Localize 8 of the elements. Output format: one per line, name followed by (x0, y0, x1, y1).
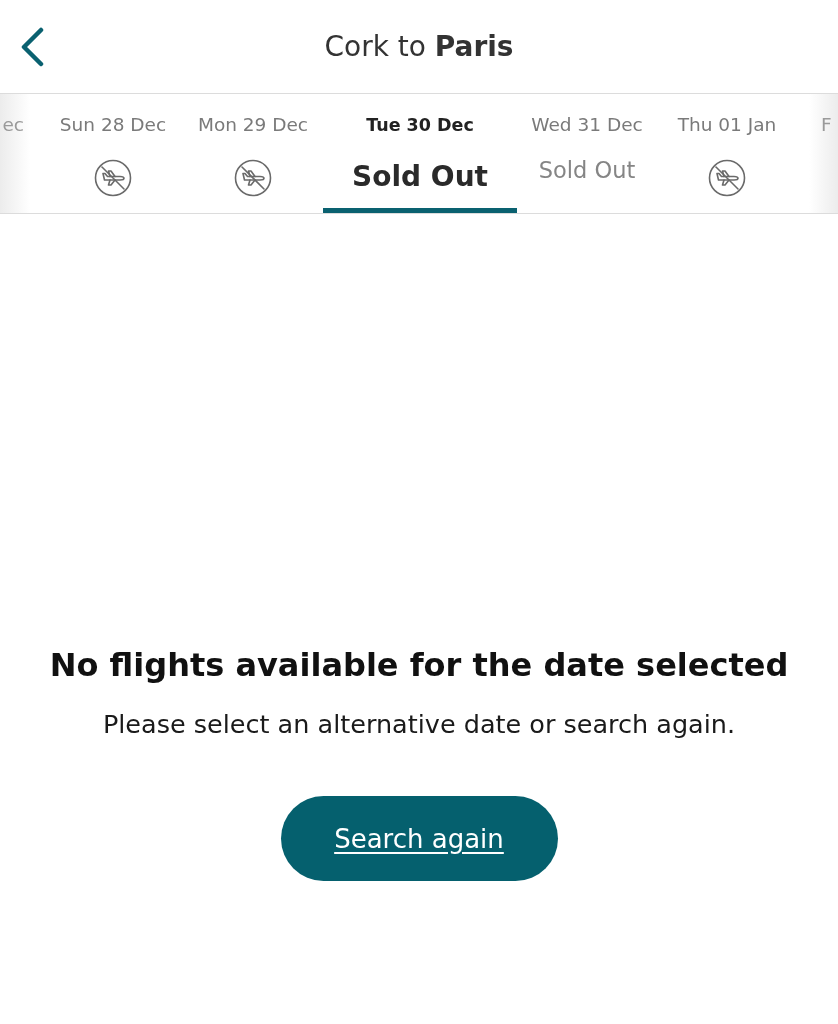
empty-state-title: No flights available for the date selected (49, 645, 789, 686)
crossed-plane-icon (234, 159, 272, 197)
page-title: Cork to Paris (324, 30, 514, 63)
search-again-button[interactable]: Search again (280, 796, 558, 881)
chevron-left-icon (19, 27, 45, 67)
crossed-plane-icon (708, 159, 746, 197)
crossed-plane-icon (94, 159, 132, 197)
empty-state-message: Please select an alternative date or search again. (102, 708, 736, 740)
